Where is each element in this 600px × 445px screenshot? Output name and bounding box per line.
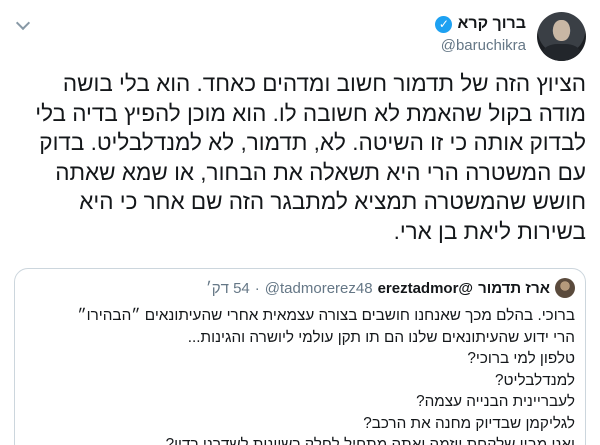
quoted-separator: ·	[254, 279, 260, 297]
quoted-line: ואני מבין שלקחת יוזמה ואתה מתחיל לחלק רש…	[165, 436, 575, 445]
quoted-tweet[interactable]: ארז תדמור ereztadmor@ @tadmorerez48 · 54…	[14, 268, 586, 445]
verified-badge-icon: ✓	[435, 15, 453, 33]
quoted-line: הרי ידוע שהעיתונאים שלנו הם תו תקן עולמי…	[187, 328, 575, 346]
quoted-tweet-text: ברוכי. בהלם מכך שאנחנו חושבים בצורה עצמא…	[25, 305, 575, 445]
quoted-avatar	[555, 278, 575, 298]
quoted-line: לעבריינית הבנייה עצמה?	[416, 393, 575, 410]
quoted-timestamp: 54 דק׳	[205, 279, 250, 297]
avatar-face	[553, 20, 570, 41]
author-handle[interactable]: @baruchikra	[441, 37, 526, 54]
avatar-shirt	[543, 44, 580, 61]
author-name-row: ברוך קרא ✓	[435, 15, 526, 33]
author-display-name[interactable]: ברוך קרא	[457, 15, 526, 33]
avatar[interactable]	[537, 12, 586, 61]
quoted-line: לגליקמן שבדיוק מחנה את הרכב?	[363, 414, 575, 432]
tweet-card: ברוך קרא ✓ @baruchikra הציוץ הזה של תדמו…	[0, 0, 600, 445]
quoted-handle: ereztadmor@	[377, 279, 474, 297]
tweet-text: הציוץ הזה של תדמור חשוב ומדהים כאחד. הוא…	[35, 71, 586, 244]
quoted-line: טלפון למי ברוכי?	[467, 350, 575, 367]
quoted-tweet-header: ארז תדמור ereztadmor@ @tadmorerez48 · 54…	[206, 278, 575, 298]
quoted-handle-2: @tadmorerez48	[264, 279, 373, 297]
quoted-display-name: ארז תדמור	[478, 279, 550, 297]
quoted-line: למנדלבליט?	[495, 371, 575, 389]
chevron-down-icon[interactable]	[15, 15, 31, 31]
quoted-line: ברוכי. בהלם מכך שאנחנו חושבים בצורה עצמא…	[77, 307, 575, 324]
